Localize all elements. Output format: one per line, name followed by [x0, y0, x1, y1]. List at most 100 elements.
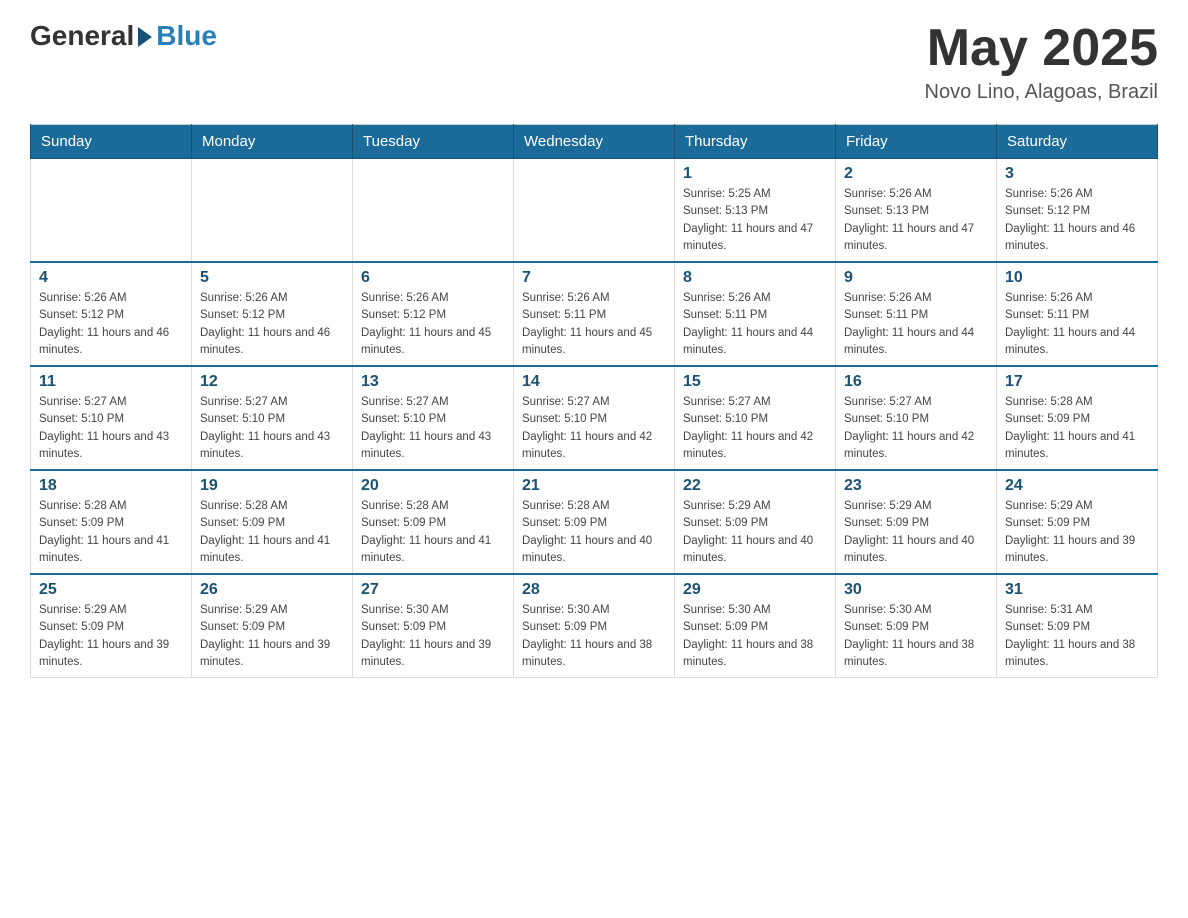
- day-info: Sunrise: 5:30 AMSunset: 5:09 PMDaylight:…: [361, 602, 505, 671]
- calendar-week-5: 25Sunrise: 5:29 AMSunset: 5:09 PMDayligh…: [31, 574, 1158, 678]
- calendar-cell: 31 Sunrise: 5:31 AMSunset: 5:09 PMDayligh…: [997, 574, 1158, 678]
- day-number: 19: [200, 477, 344, 495]
- calendar-header-thursday: Thursday: [675, 125, 836, 159]
- calendar-header-wednesday: Wednesday: [514, 125, 675, 159]
- calendar-week-4: 18Sunrise: 5:28 AMSunset: 5:09 PMDayligh…: [31, 470, 1158, 574]
- calendar-cell: 20 Sunrise: 5:28 AMSunset: 5:09 PMDayligh…: [353, 470, 514, 574]
- day-info: Sunrise: 5:27 AMSunset: 5:10 PMDaylight:…: [361, 394, 505, 463]
- day-info: Sunrise: 5:26 AMSunset: 5:12 PMDaylight:…: [39, 290, 183, 359]
- day-number: 23: [844, 477, 988, 495]
- calendar-cell: 21 Sunrise: 5:28 AMSunset: 5:09 PMDayligh…: [514, 470, 675, 574]
- day-info: Sunrise: 5:31 AMSunset: 5:09 PMDaylight:…: [1005, 602, 1149, 671]
- calendar-week-1: 1 Sunrise: 5:25 AMSunset: 5:13 PMDaylight…: [31, 159, 1158, 263]
- calendar-cell: 10Sunrise: 5:26 AMSunset: 5:11 PMDayligh…: [997, 262, 1158, 366]
- day-info: Sunrise: 5:27 AMSunset: 5:10 PMDaylight:…: [39, 394, 183, 463]
- calendar-cell: 24 Sunrise: 5:29 AMSunset: 5:09 PMDayligh…: [997, 470, 1158, 574]
- calendar-header-saturday: Saturday: [997, 125, 1158, 159]
- day-info: Sunrise: 5:29 AMSunset: 5:09 PMDaylight:…: [683, 498, 827, 567]
- day-info: Sunrise: 5:30 AMSunset: 5:09 PMDaylight:…: [683, 602, 827, 671]
- day-info: Sunrise: 5:29 AMSunset: 5:09 PMDaylight:…: [1005, 498, 1149, 567]
- calendar-cell: 6Sunrise: 5:26 AMSunset: 5:12 PMDaylight…: [353, 262, 514, 366]
- calendar-cell: 29 Sunrise: 5:30 AMSunset: 5:09 PMDayligh…: [675, 574, 836, 678]
- day-info: Sunrise: 5:26 AMSunset: 5:12 PMDaylight:…: [200, 290, 344, 359]
- calendar-cell: 16 Sunrise: 5:27 AMSunset: 5:10 PMDayligh…: [836, 366, 997, 470]
- day-info: Sunrise: 5:27 AMSunset: 5:10 PMDaylight:…: [844, 394, 988, 463]
- day-number: 1: [683, 165, 827, 183]
- calendar-cell: 19 Sunrise: 5:28 AMSunset: 5:09 PMDayligh…: [192, 470, 353, 574]
- calendar-cell: 4 Sunrise: 5:26 AMSunset: 5:12 PMDaylight…: [31, 262, 192, 366]
- day-number: 21: [522, 477, 666, 495]
- day-number: 4: [39, 269, 183, 287]
- calendar-cell: 12 Sunrise: 5:27 AMSunset: 5:10 PMDayligh…: [192, 366, 353, 470]
- logo: General Blue: [30, 20, 217, 52]
- calendar-week-3: 11 Sunrise: 5:27 AMSunset: 5:10 PMDayligh…: [31, 366, 1158, 470]
- day-number: 13: [361, 373, 505, 391]
- day-number: 12: [200, 373, 344, 391]
- day-info: Sunrise: 5:27 AMSunset: 5:10 PMDaylight:…: [200, 394, 344, 463]
- day-info: Sunrise: 5:30 AMSunset: 5:09 PMDaylight:…: [844, 602, 988, 671]
- day-info: Sunrise: 5:26 AMSunset: 5:11 PMDaylight:…: [522, 290, 666, 359]
- calendar-cell: [31, 159, 192, 263]
- day-info: Sunrise: 5:29 AMSunset: 5:09 PMDaylight:…: [39, 602, 183, 671]
- day-info: Sunrise: 5:28 AMSunset: 5:09 PMDaylight:…: [200, 498, 344, 567]
- day-info: Sunrise: 5:26 AMSunset: 5:11 PMDaylight:…: [683, 290, 827, 359]
- calendar-cell: 25Sunrise: 5:29 AMSunset: 5:09 PMDayligh…: [31, 574, 192, 678]
- day-info: Sunrise: 5:26 AMSunset: 5:13 PMDaylight:…: [844, 186, 988, 255]
- day-number: 10: [1005, 269, 1149, 287]
- logo-general-text: General: [30, 20, 134, 52]
- logo-arrow-icon: [138, 27, 152, 47]
- day-info: Sunrise: 5:27 AMSunset: 5:10 PMDaylight:…: [683, 394, 827, 463]
- day-number: 9: [844, 269, 988, 287]
- calendar-header-friday: Friday: [836, 125, 997, 159]
- day-number: 29: [683, 581, 827, 599]
- calendar-cell: 13 Sunrise: 5:27 AMSunset: 5:10 PMDayligh…: [353, 366, 514, 470]
- day-number: 5: [200, 269, 344, 287]
- calendar-cell: 15Sunrise: 5:27 AMSunset: 5:10 PMDayligh…: [675, 366, 836, 470]
- day-info: Sunrise: 5:26 AMSunset: 5:12 PMDaylight:…: [1005, 186, 1149, 255]
- calendar-cell: 11 Sunrise: 5:27 AMSunset: 5:10 PMDayligh…: [31, 366, 192, 470]
- day-info: Sunrise: 5:28 AMSunset: 5:09 PMDaylight:…: [522, 498, 666, 567]
- calendar-header-monday: Monday: [192, 125, 353, 159]
- day-info: Sunrise: 5:26 AMSunset: 5:11 PMDaylight:…: [844, 290, 988, 359]
- day-number: 28: [522, 581, 666, 599]
- day-number: 6: [361, 269, 505, 287]
- calendar-cell: 9 Sunrise: 5:26 AMSunset: 5:11 PMDaylight…: [836, 262, 997, 366]
- calendar-cell: 30Sunrise: 5:30 AMSunset: 5:09 PMDayligh…: [836, 574, 997, 678]
- location-subtitle: Novo Lino, Alagoas, Brazil: [925, 81, 1158, 104]
- day-number: 16: [844, 373, 988, 391]
- calendar-cell: 8 Sunrise: 5:26 AMSunset: 5:11 PMDaylight…: [675, 262, 836, 366]
- page-header: General Blue May 2025 Novo Lino, Alagoas…: [30, 20, 1158, 104]
- day-info: Sunrise: 5:29 AMSunset: 5:09 PMDaylight:…: [200, 602, 344, 671]
- calendar-cell: 23 Sunrise: 5:29 AMSunset: 5:09 PMDayligh…: [836, 470, 997, 574]
- calendar-cell: 18Sunrise: 5:28 AMSunset: 5:09 PMDayligh…: [31, 470, 192, 574]
- calendar-header-tuesday: Tuesday: [353, 125, 514, 159]
- calendar-cell: 7 Sunrise: 5:26 AMSunset: 5:11 PMDaylight…: [514, 262, 675, 366]
- day-info: Sunrise: 5:28 AMSunset: 5:09 PMDaylight:…: [361, 498, 505, 567]
- day-info: Sunrise: 5:29 AMSunset: 5:09 PMDaylight:…: [844, 498, 988, 567]
- day-number: 24: [1005, 477, 1149, 495]
- calendar-cell: 17 Sunrise: 5:28 AMSunset: 5:09 PMDayligh…: [997, 366, 1158, 470]
- day-number: 7: [522, 269, 666, 287]
- header-right: May 2025 Novo Lino, Alagoas, Brazil: [925, 20, 1158, 104]
- day-info: Sunrise: 5:28 AMSunset: 5:09 PMDaylight:…: [1005, 394, 1149, 463]
- calendar-cell: [353, 159, 514, 263]
- day-number: 26: [200, 581, 344, 599]
- calendar-header-sunday: Sunday: [31, 125, 192, 159]
- month-year-title: May 2025: [925, 20, 1158, 77]
- calendar-table: SundayMondayTuesdayWednesdayThursdayFrid…: [30, 124, 1158, 678]
- day-number: 11: [39, 373, 183, 391]
- day-info: Sunrise: 5:25 AMSunset: 5:13 PMDaylight:…: [683, 186, 827, 255]
- calendar-cell: 5 Sunrise: 5:26 AMSunset: 5:12 PMDaylight…: [192, 262, 353, 366]
- day-info: Sunrise: 5:27 AMSunset: 5:10 PMDaylight:…: [522, 394, 666, 463]
- calendar-cell: 27Sunrise: 5:30 AMSunset: 5:09 PMDayligh…: [353, 574, 514, 678]
- calendar-cell: 26 Sunrise: 5:29 AMSunset: 5:09 PMDayligh…: [192, 574, 353, 678]
- day-number: 8: [683, 269, 827, 287]
- day-number: 20: [361, 477, 505, 495]
- day-number: 14: [522, 373, 666, 391]
- calendar-header-row: SundayMondayTuesdayWednesdayThursdayFrid…: [31, 125, 1158, 159]
- calendar-cell: 28Sunrise: 5:30 AMSunset: 5:09 PMDayligh…: [514, 574, 675, 678]
- calendar-cell: 2Sunrise: 5:26 AMSunset: 5:13 PMDaylight…: [836, 159, 997, 263]
- day-number: 17: [1005, 373, 1149, 391]
- calendar-cell: [514, 159, 675, 263]
- day-number: 31: [1005, 581, 1149, 599]
